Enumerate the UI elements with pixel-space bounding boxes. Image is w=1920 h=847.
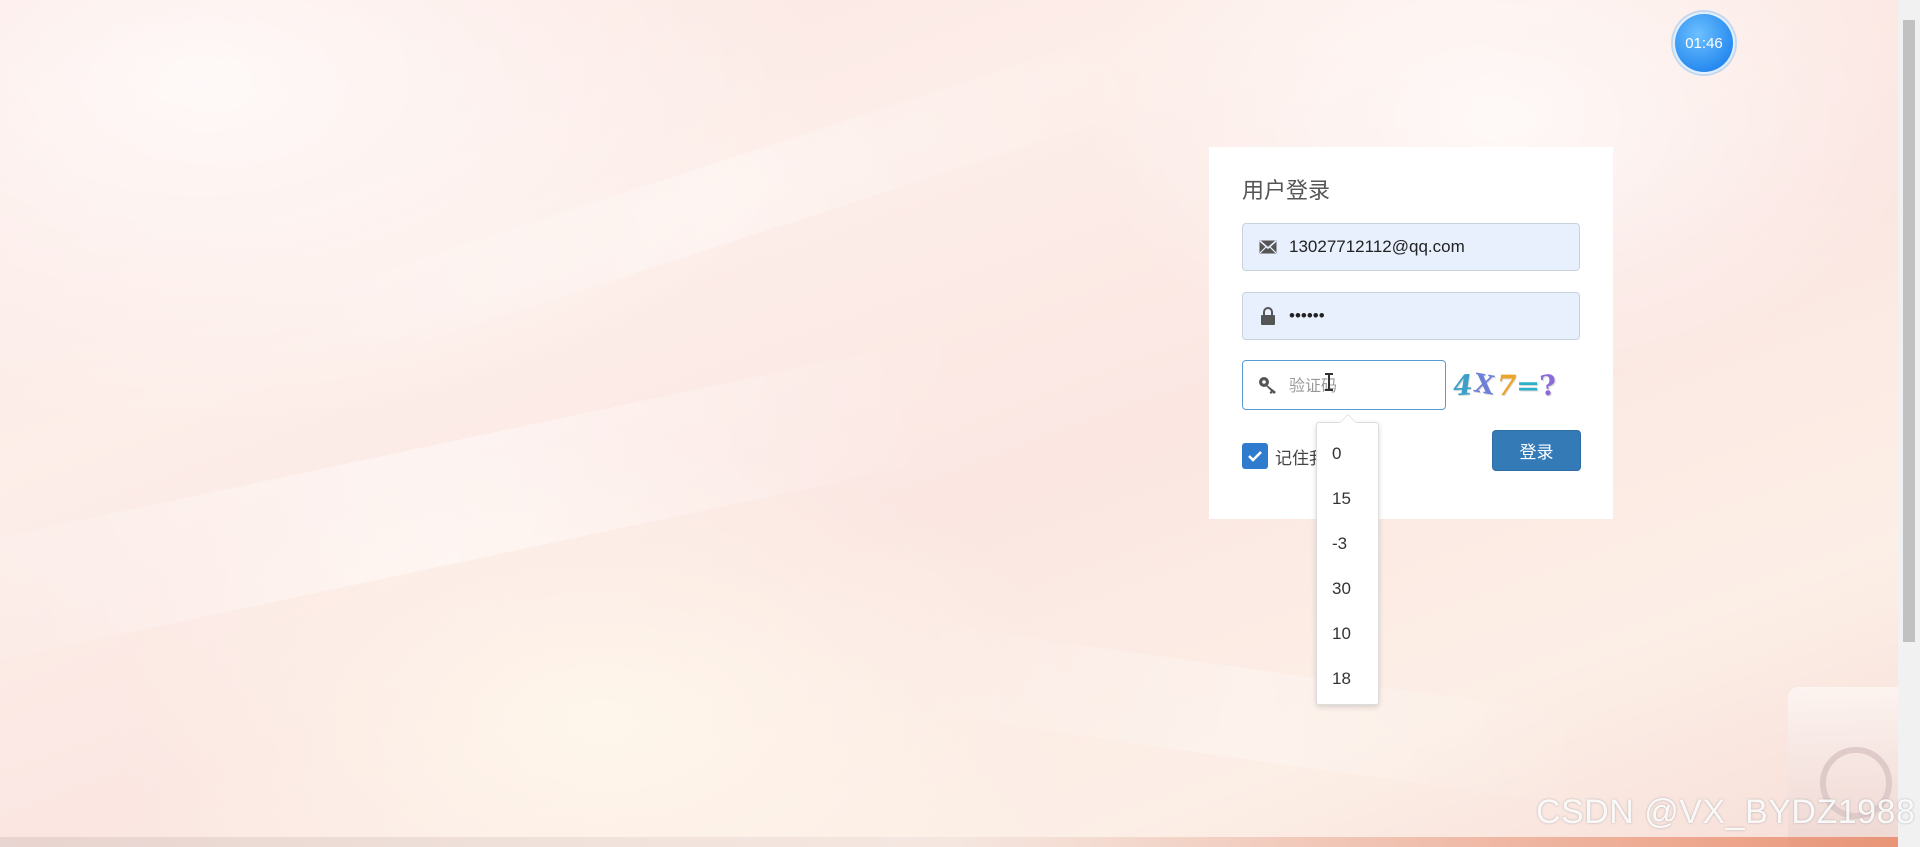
vertical-scrollbar[interactable] <box>1898 0 1920 847</box>
timer-badge[interactable]: 01:46 <box>1673 12 1735 74</box>
dropdown-option[interactable]: 15 <box>1317 476 1378 521</box>
timer-text: 01:46 <box>1685 34 1723 52</box>
captcha-char: = <box>1516 370 1541 400</box>
password-field[interactable] <box>1242 292 1580 340</box>
lock-icon <box>1257 305 1279 327</box>
dropdown-option[interactable]: 18 <box>1317 656 1378 701</box>
page-background: 01:46 用户登录 13027712112@qq.com •••••• 验证码… <box>0 0 1920 847</box>
background-light-streak <box>287 23 1169 379</box>
username-input[interactable] <box>1289 237 1569 257</box>
captcha-input[interactable] <box>1289 375 1439 395</box>
login-panel: 用户登录 13027712112@qq.com •••••• 验证码 4 X 7… <box>1209 147 1613 519</box>
captcha-char: ? <box>1538 367 1559 403</box>
background-light-streak <box>0 332 989 679</box>
key-icon <box>1257 374 1279 396</box>
checkmark-icon[interactable] <box>1242 443 1268 469</box>
scrollbar-thumb[interactable] <box>1903 20 1915 642</box>
dropdown-option[interactable]: 0 <box>1317 431 1378 476</box>
remember-me-checkbox[interactable]: 记住我 <box>1242 443 1326 469</box>
username-field[interactable] <box>1242 223 1580 271</box>
envelope-icon <box>1257 236 1279 258</box>
watermark: CSDN @VX_BYDZ1988 <box>1536 793 1916 831</box>
password-input[interactable] <box>1289 306 1569 326</box>
background-light-streak <box>893 620 1600 807</box>
dropdown-arrow <box>1339 414 1357 423</box>
dropdown-option[interactable]: 10 <box>1317 611 1378 656</box>
dropdown-option[interactable]: 30 <box>1317 566 1378 611</box>
captcha-autocomplete-dropdown: 0 15 -3 30 10 18 <box>1316 414 1379 705</box>
captcha-char: X <box>1472 368 1498 402</box>
login-button[interactable]: 登录 <box>1492 430 1581 471</box>
captcha-field[interactable] <box>1242 360 1446 410</box>
background-bottom-strip <box>0 837 1898 847</box>
text-cursor-icon <box>1325 373 1333 391</box>
captcha-image[interactable]: 4 X 7 = ? <box>1451 366 1581 404</box>
login-title: 用户登录 <box>1242 178 1331 203</box>
dropdown-option[interactable]: -3 <box>1317 521 1378 566</box>
